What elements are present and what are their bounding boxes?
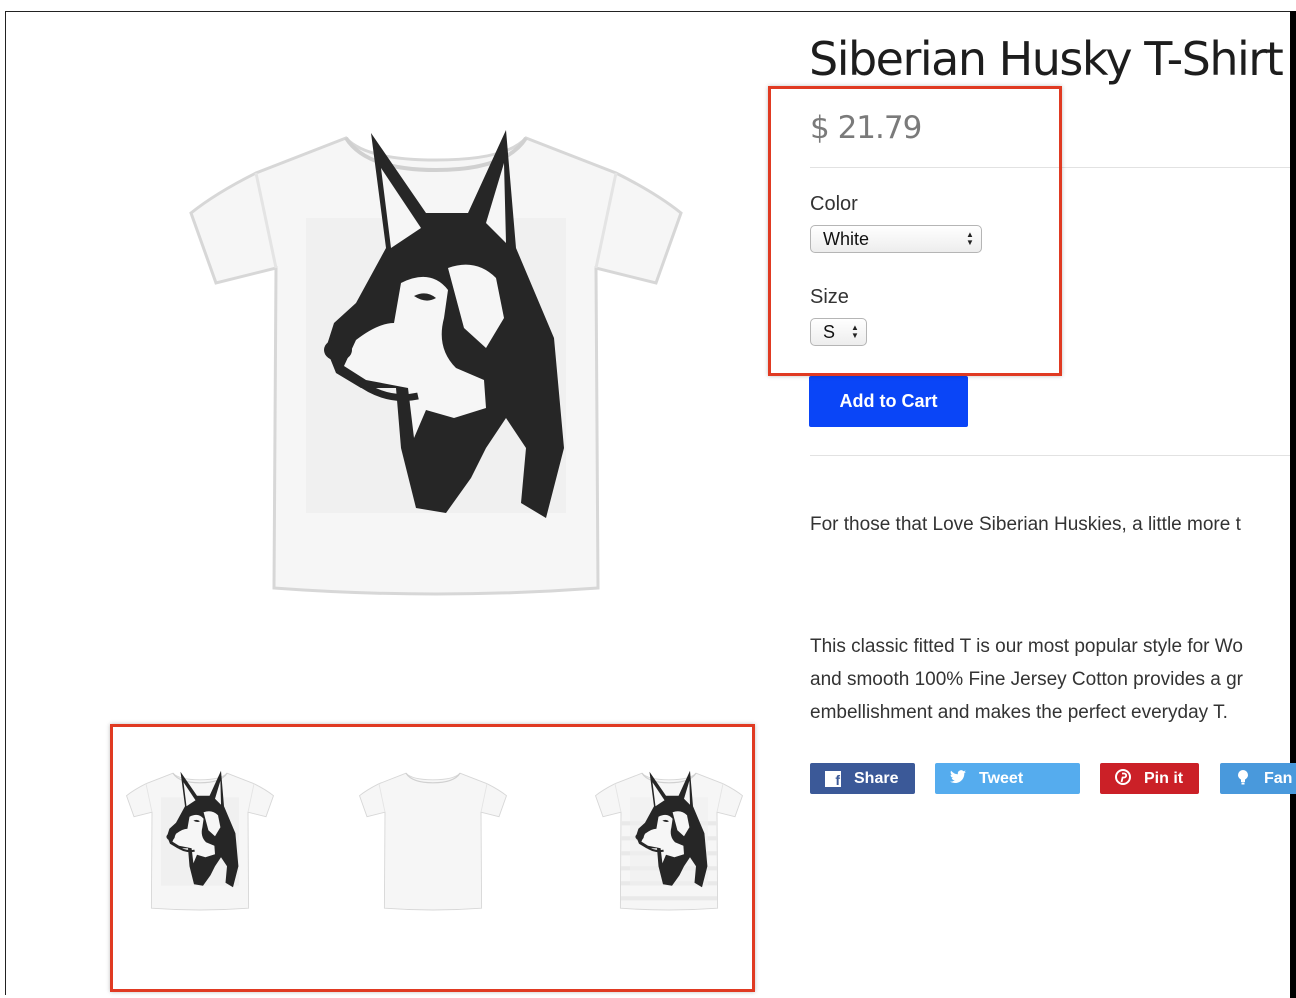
- description-line: and smooth 100% Fine Jersey Cotton provi…: [810, 669, 1244, 690]
- share-fancy-button[interactable]: Fan: [1220, 763, 1296, 794]
- share-label: Share: [854, 770, 899, 787]
- window-edge: [1290, 11, 1296, 998]
- product-main-image[interactable]: [186, 118, 686, 610]
- product-title: Siberian Husky T-Shirt: [809, 32, 1284, 86]
- share-label: Pin it: [1144, 770, 1184, 787]
- fancy-icon: [1234, 763, 1252, 794]
- description-intro: For those that Love Siberian Huskies, a …: [810, 514, 1241, 535]
- share-label: Fan: [1264, 770, 1293, 787]
- share-twitter-button[interactable]: Tweet: [935, 763, 1080, 794]
- share-facebook-button[interactable]: f Share: [810, 763, 915, 794]
- description-line: This classic fitted T is our most popula…: [810, 636, 1243, 657]
- annotation-box-options: [768, 86, 1062, 376]
- add-to-cart-button[interactable]: Add to Cart: [809, 376, 968, 427]
- pinterest-icon: [1114, 763, 1132, 794]
- share-label: Tweet: [979, 770, 1024, 787]
- annotation-box-thumbnails: [110, 724, 755, 992]
- facebook-icon: f: [824, 763, 842, 794]
- divider: [810, 455, 1290, 456]
- description-line: embellishment and makes the perfect ever…: [810, 702, 1228, 723]
- share-pinterest-button[interactable]: Pin it: [1100, 763, 1199, 794]
- twitter-icon: [949, 763, 967, 794]
